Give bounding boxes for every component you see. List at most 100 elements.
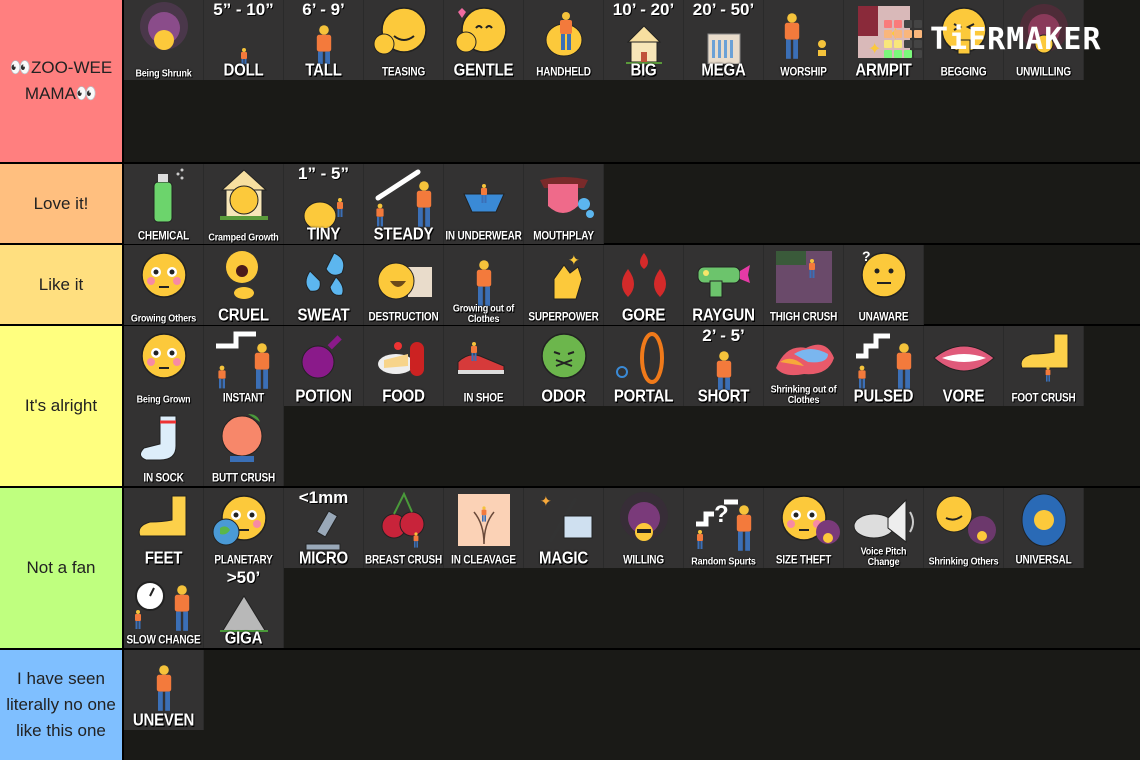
size-range-label: 5” - 10” <box>213 0 274 19</box>
tier-item[interactable]: DESTRUCTION <box>364 245 444 325</box>
logo-grid-cell <box>904 20 912 28</box>
item-caption: WORSHIP <box>780 66 827 79</box>
item-caption: PULSED <box>853 386 914 406</box>
tier-item[interactable]: PORTAL <box>604 326 684 406</box>
item-caption: IN SHOE <box>463 392 504 405</box>
tier-item[interactable]: VORE <box>924 326 1004 406</box>
tier-item[interactable]: MOUTHPLAY <box>524 164 604 244</box>
sunglasses-face-icon <box>604 488 683 552</box>
tier-label[interactable]: I have seen literally no one like this o… <box>0 650 124 760</box>
tier-label[interactable]: Not a fan <box>0 488 124 648</box>
tier-item[interactable]: INSTANT <box>204 326 284 406</box>
item-caption: THIGH CRUSH <box>769 311 838 324</box>
peach-icon <box>204 406 283 470</box>
tiermaker-logo[interactable]: TiERMAKER <box>884 20 1102 58</box>
tier-label[interactable]: Love it! <box>0 164 124 243</box>
tier-item[interactable]: PLANETARY <box>204 488 284 568</box>
tier-item[interactable]: Shrinking Others <box>924 488 1004 568</box>
tier-item[interactable]: WORSHIP <box>764 0 844 80</box>
tier-item[interactable]: WILLING <box>604 488 684 568</box>
tier-item[interactable]: BREAST CRUSH <box>364 488 444 568</box>
tier-item[interactable]: HANDHELD <box>524 0 604 80</box>
tier-item[interactable]: Being Shrunk <box>124 0 204 80</box>
tier-item[interactable]: IN CLEAVAGE <box>444 488 524 568</box>
smug-face-icon <box>364 0 443 64</box>
tier-item[interactable]: IN UNDERWEAR <box>444 164 524 244</box>
tier-item[interactable]: CHEMICAL <box>124 164 204 244</box>
tier-item[interactable]: 20’ - 50’ MEGA <box>684 0 764 80</box>
tier-item[interactable]: ? Random Spurts <box>684 488 764 568</box>
tier-item[interactable]: 2’ - 5’ SHORT <box>684 326 764 406</box>
item-caption: ARMPIT <box>855 60 912 80</box>
tier-item[interactable]: UNIVERSAL <box>1004 488 1084 568</box>
item-caption: RAYGUN <box>692 305 755 325</box>
tier-item[interactable]: Growing Others <box>124 245 204 325</box>
size-range-label: 20’ - 50’ <box>692 0 755 19</box>
logo-grid-cell <box>884 20 892 28</box>
laughing-building-icon <box>364 245 443 309</box>
tier-item[interactable]: THIGH CRUSH <box>764 245 844 325</box>
tier-item[interactable]: RAYGUN <box>684 245 764 325</box>
logo-grid-cell <box>914 40 922 48</box>
item-caption: BUTT CRUSH <box>212 472 275 485</box>
tier-item[interactable]: PULSED <box>844 326 924 406</box>
tier-item[interactable]: FOOD <box>364 326 444 406</box>
tier-item[interactable]: Voice Pitch Change <box>844 488 924 568</box>
growth-step-icon <box>204 326 283 390</box>
item-caption: CHEMICAL <box>137 230 190 243</box>
item-caption: ODOR <box>541 386 586 406</box>
item-caption: Being Shrunk <box>135 67 192 79</box>
tier-item[interactable]: POTION <box>284 326 364 406</box>
growth-ramp-icon <box>364 164 443 228</box>
tier-item[interactable]: SIZE THEFT <box>764 488 844 568</box>
tier-item[interactable]: 10’ - 20’ BIG <box>604 0 684 80</box>
item-caption: TINY <box>306 224 341 244</box>
tier-item[interactable]: SLOW CHANGE <box>124 568 204 648</box>
tier-item[interactable]: 5” - 10” DOLL <box>204 0 284 80</box>
tier-item[interactable]: >50’ GIGA <box>204 568 284 648</box>
item-caption: MAGIC <box>539 548 588 568</box>
tier-item[interactable]: BUTT CRUSH <box>204 406 284 486</box>
tier-item[interactable]: UNEVEN <box>124 650 204 730</box>
tier-item[interactable]: <1mm MICRO <box>284 488 364 568</box>
tier-item[interactable]: Being Grown <box>124 326 204 406</box>
cake-icon <box>364 326 443 390</box>
tier-item[interactable]: Growing out of Clothes <box>444 245 524 325</box>
tier-label[interactable]: 👀ZOO-WEE MAMA👀 <box>0 0 124 162</box>
tier-row: Not a fan FEET PLANETARY <1mm MICRO BREAST C… <box>0 486 1140 648</box>
tier-item[interactable]: ✦ MAGIC <box>524 488 604 568</box>
tier-item[interactable]: GENTLE <box>444 0 524 80</box>
tier-item[interactable]: 1” - 5” TINY <box>284 164 364 244</box>
tier-item[interactable]: STEADY <box>364 164 444 244</box>
tier-item[interactable]: ODOR <box>524 326 604 406</box>
tier-item[interactable]: IN SOCK <box>124 406 204 486</box>
item-caption: Voice Pitch Change <box>860 545 907 568</box>
shrinking-face-icon <box>124 0 203 64</box>
item-caption: SIZE THEFT <box>775 554 832 567</box>
item-caption: Growing Others <box>130 312 197 324</box>
item-caption: STEADY <box>373 224 434 244</box>
tier-item[interactable]: FEET <box>124 488 204 568</box>
cruel-face-icon <box>204 245 283 309</box>
tier-item[interactable]: IN SHOE <box>444 326 524 406</box>
item-caption: MEGA <box>701 60 746 80</box>
tier-item[interactable]: FOOT CRUSH <box>1004 326 1084 406</box>
tier-item[interactable]: SWEAT <box>284 245 364 325</box>
tier-item[interactable]: CRUEL <box>204 245 284 325</box>
tier-item[interactable]: Cramped Growth <box>204 164 284 244</box>
size-range-label: 1” - 5” <box>297 164 350 183</box>
tier-item[interactable]: 6’ - 9’ TALL <box>284 0 364 80</box>
tier-item[interactable]: ? UNAWARE <box>844 245 924 325</box>
item-caption: Shrinking Others <box>928 555 999 567</box>
tier-item[interactable]: Shrinking out of Clothes <box>764 326 844 406</box>
tier-item[interactable]: ✦ SUPERPOWER <box>524 245 604 325</box>
tier-row: I have seen literally no one like this o… <box>0 648 1140 760</box>
tier-item[interactable]: TEASING <box>364 0 444 80</box>
size-range-label: 6’ - 9’ <box>302 0 345 19</box>
item-caption: UNWILLING <box>1016 66 1071 79</box>
tier-item[interactable]: GORE <box>604 245 684 325</box>
mouse-speaker-icon <box>844 488 923 552</box>
tier-label[interactable]: Like it <box>0 245 124 324</box>
neutral-face-icon: ? <box>844 245 923 309</box>
tier-label[interactable]: It's alright <box>0 326 124 486</box>
